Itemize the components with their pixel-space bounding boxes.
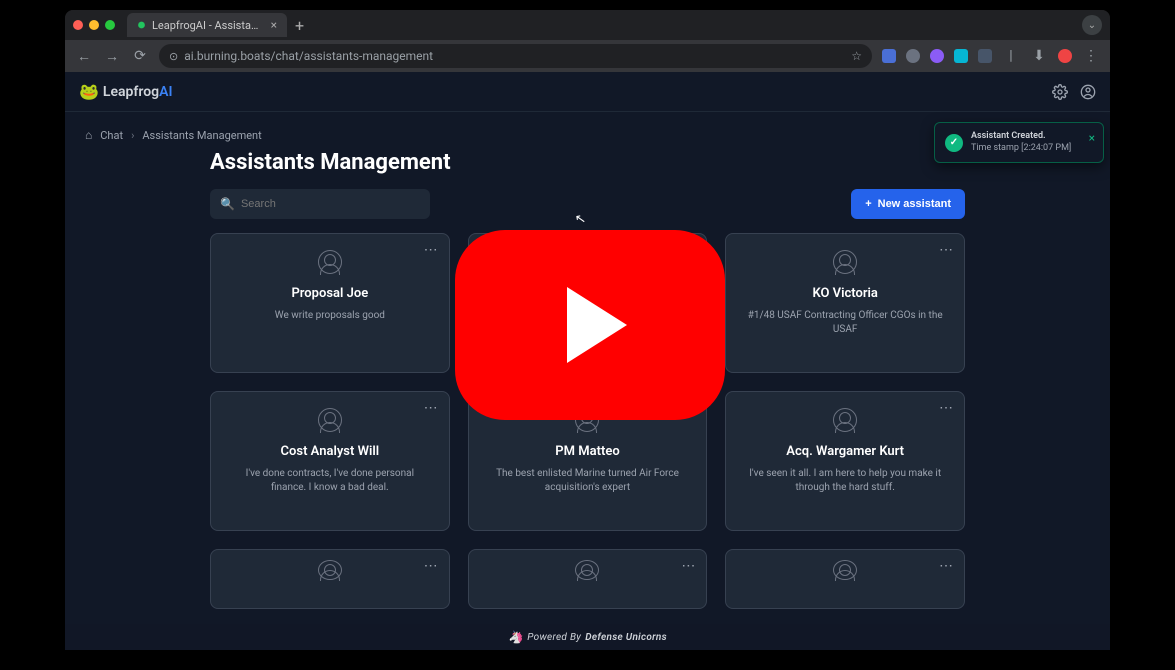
home-icon[interactable]: ⌂ <box>85 128 92 142</box>
card-menu-icon[interactable]: ⋯ <box>424 400 439 416</box>
play-icon <box>567 287 627 363</box>
new-assistant-button[interactable]: + New assistant <box>851 189 965 219</box>
assistant-card[interactable]: ⋯ KO Victoria #1/48 USAF Contracting Off… <box>725 233 965 373</box>
browser-tab[interactable]: LeapfrogAI - Assistants Mana × <box>127 13 287 37</box>
avatar-icon <box>318 250 342 274</box>
assistant-card[interactable]: ⋯ <box>210 549 450 609</box>
window-close-icon[interactable] <box>73 20 83 30</box>
reload-icon[interactable]: ⟳ <box>131 48 149 64</box>
search-icon: 🔍 <box>220 197 235 211</box>
toast-notification: ✓ Assistant Created. Time stamp [2:24:07… <box>934 122 1104 163</box>
cursor-icon: ↖ <box>574 211 587 228</box>
card-menu-icon[interactable]: ⋯ <box>681 558 696 574</box>
search-box[interactable]: 🔍 <box>210 189 430 219</box>
avatar-icon <box>833 560 857 580</box>
assistant-name: PM Matteo <box>555 444 619 459</box>
check-circle-icon: ✓ <box>945 134 963 152</box>
extension-icon[interactable] <box>882 49 896 63</box>
assistant-desc: #1/48 USAF Contracting Officer CGOs in t… <box>740 309 950 337</box>
assistant-name: Proposal Joe <box>291 286 368 301</box>
gear-icon[interactable] <box>1052 84 1068 100</box>
assistant-name: Acq. Wargamer Kurt <box>786 444 904 459</box>
toast-timestamp: Time stamp [2:24:07 PM] <box>971 143 1071 155</box>
avatar-icon <box>833 250 857 274</box>
user-circle-icon[interactable] <box>1080 84 1096 100</box>
new-tab-button[interactable]: + <box>295 16 304 35</box>
assistant-card[interactable]: ⋯ Acq. Wargamer Kurt I've seen it all. I… <box>725 391 965 531</box>
app-logo[interactable]: 🐸 LeapfrogAI <box>79 82 173 101</box>
footer: 🦄 Powered By Defense Unicorns <box>65 624 1110 650</box>
card-menu-icon[interactable]: ⋯ <box>424 558 439 574</box>
assistant-card[interactable]: ⋯ Cost Analyst Will I've done contracts,… <box>210 391 450 531</box>
avatar-icon <box>575 560 599 580</box>
window-maximize-icon[interactable] <box>105 20 115 30</box>
extension-icon[interactable] <box>930 49 944 63</box>
search-input[interactable] <box>241 198 420 210</box>
card-menu-icon[interactable]: ⋯ <box>939 242 954 258</box>
assistant-name: Cost Analyst Will <box>281 444 380 459</box>
assistant-desc: We write proposals good <box>269 309 391 323</box>
forward-icon[interactable]: → <box>103 48 121 65</box>
tab-close-icon[interactable]: × <box>271 18 277 32</box>
footer-text-b: Defense Unicorns <box>585 632 667 643</box>
toast-close-icon[interactable]: × <box>1089 131 1095 145</box>
bookmark-icon[interactable]: ☆ <box>851 49 862 63</box>
breadcrumb-chat[interactable]: Chat <box>100 129 123 142</box>
extension-icon[interactable] <box>906 49 920 63</box>
assistant-card[interactable]: ⋯ <box>725 549 965 609</box>
card-menu-icon[interactable]: ⋯ <box>939 558 954 574</box>
breadcrumb-current: Assistants Management <box>142 129 261 142</box>
toolbar: 🔍 + New assistant <box>65 189 1110 233</box>
address-bar: ← → ⟳ ⊙ ai.burning.boats/chat/assistants… <box>65 40 1110 72</box>
url-text: ai.burning.boats/chat/assistants-managem… <box>184 49 433 63</box>
logo-text-a: Leapfrog <box>103 84 159 100</box>
back-icon[interactable]: ← <box>75 48 93 65</box>
assistant-name: KO Victoria <box>812 286 877 301</box>
unicorn-icon: 🦄 <box>508 630 523 644</box>
site-info-icon[interactable]: ⊙ <box>169 50 178 63</box>
avatar-icon <box>318 408 342 432</box>
assistant-card[interactable]: ⋯ Proposal Joe We write proposals good <box>210 233 450 373</box>
header-actions <box>1052 84 1096 100</box>
extension-icon[interactable] <box>978 49 992 63</box>
url-box[interactable]: ⊙ ai.burning.boats/chat/assistants-manag… <box>159 44 872 68</box>
assistant-desc: I've done contracts, I've done personal … <box>225 467 435 495</box>
extension-icon[interactable] <box>954 49 968 63</box>
frog-icon: 🐸 <box>79 82 99 101</box>
assistant-card[interactable]: ⋯ <box>468 549 708 609</box>
card-menu-icon[interactable]: ⋯ <box>424 242 439 258</box>
app-header: 🐸 LeapfrogAI <box>65 72 1110 112</box>
tab-title: LeapfrogAI - Assistants Mana <box>152 19 261 32</box>
tab-dropdown-icon[interactable]: ⌄ <box>1082 15 1102 35</box>
tab-bar: LeapfrogAI - Assistants Mana × + ⌄ <box>65 10 1110 40</box>
extensions-area: | ⬇ ⋮ <box>882 48 1100 64</box>
youtube-play-button[interactable] <box>455 230 725 420</box>
tab-favicon-icon <box>137 19 146 31</box>
new-assistant-label: New assistant <box>878 198 951 210</box>
menu-icon[interactable]: ⋮ <box>1082 48 1100 64</box>
divider-icon: | <box>1002 48 1020 64</box>
chevron-right-icon: › <box>131 129 134 142</box>
profile-icon[interactable] <box>1058 49 1072 63</box>
window-minimize-icon[interactable] <box>89 20 99 30</box>
toast-title: Assistant Created. <box>971 131 1071 143</box>
window-controls <box>73 20 115 30</box>
card-menu-icon[interactable]: ⋯ <box>939 400 954 416</box>
assistant-desc: I've seen it all. I am here to help you … <box>740 467 950 495</box>
assistant-desc: The best enlisted Marine turned Air Forc… <box>483 467 693 495</box>
plus-icon: + <box>865 198 871 210</box>
logo-text-b: AI <box>159 84 172 100</box>
avatar-icon <box>833 408 857 432</box>
download-icon[interactable]: ⬇ <box>1030 48 1048 64</box>
footer-text-a: Powered By <box>527 632 581 643</box>
avatar-icon <box>318 560 342 580</box>
